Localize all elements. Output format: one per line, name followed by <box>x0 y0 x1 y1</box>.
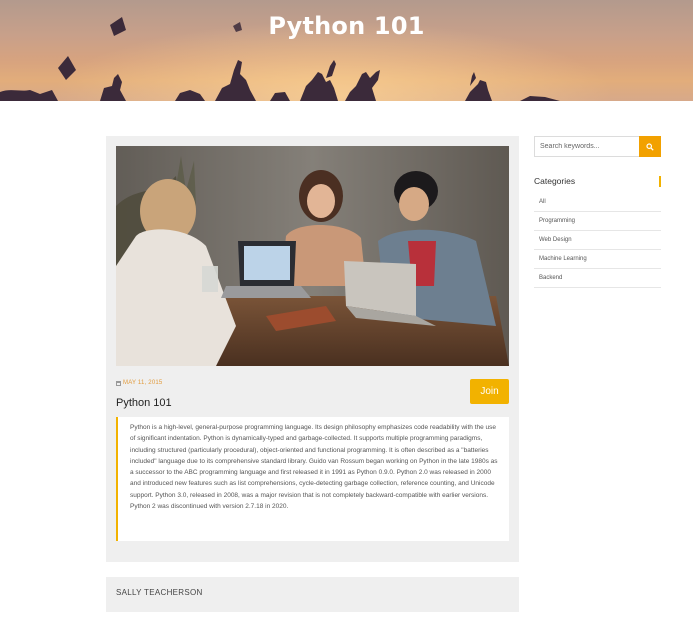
category-item-web-design[interactable]: Web Design <box>534 231 661 250</box>
calendar-icon <box>116 380 121 386</box>
categories-list: All Programming Web Design Machine Learn… <box>534 193 661 288</box>
category-item-all[interactable]: All <box>534 193 661 212</box>
sidebar-search <box>534 136 661 157</box>
page-title: Python 101 <box>268 12 425 40</box>
categories-heading: Categories <box>534 176 661 187</box>
category-item-backend[interactable]: Backend <box>534 269 661 288</box>
course-date-text: MAY 11, 2015 <box>123 380 163 386</box>
category-item-machine-learning[interactable]: Machine Learning <box>534 250 661 269</box>
course-date: MAY 11, 2015 <box>116 380 162 386</box>
course-card: MAY 11, 2015 Python 101 Join Python is a… <box>106 136 519 562</box>
instructor-box: SALLY TEACHERSON <box>106 577 519 612</box>
search-button[interactable] <box>639 136 661 157</box>
search-input[interactable] <box>534 136 639 157</box>
search-icon <box>646 142 654 151</box>
join-button[interactable]: Join <box>470 379 509 404</box>
students-laptops-image <box>116 146 509 366</box>
category-item-programming[interactable]: Programming <box>534 212 661 231</box>
hero-banner: Python 101 <box>0 0 693 101</box>
instructor-name: SALLY TEACHERSON <box>116 588 203 597</box>
course-photo <box>116 146 509 366</box>
course-description: Python is a high-level, general-purpose … <box>116 417 509 541</box>
course-title: Python 101 <box>116 397 172 409</box>
